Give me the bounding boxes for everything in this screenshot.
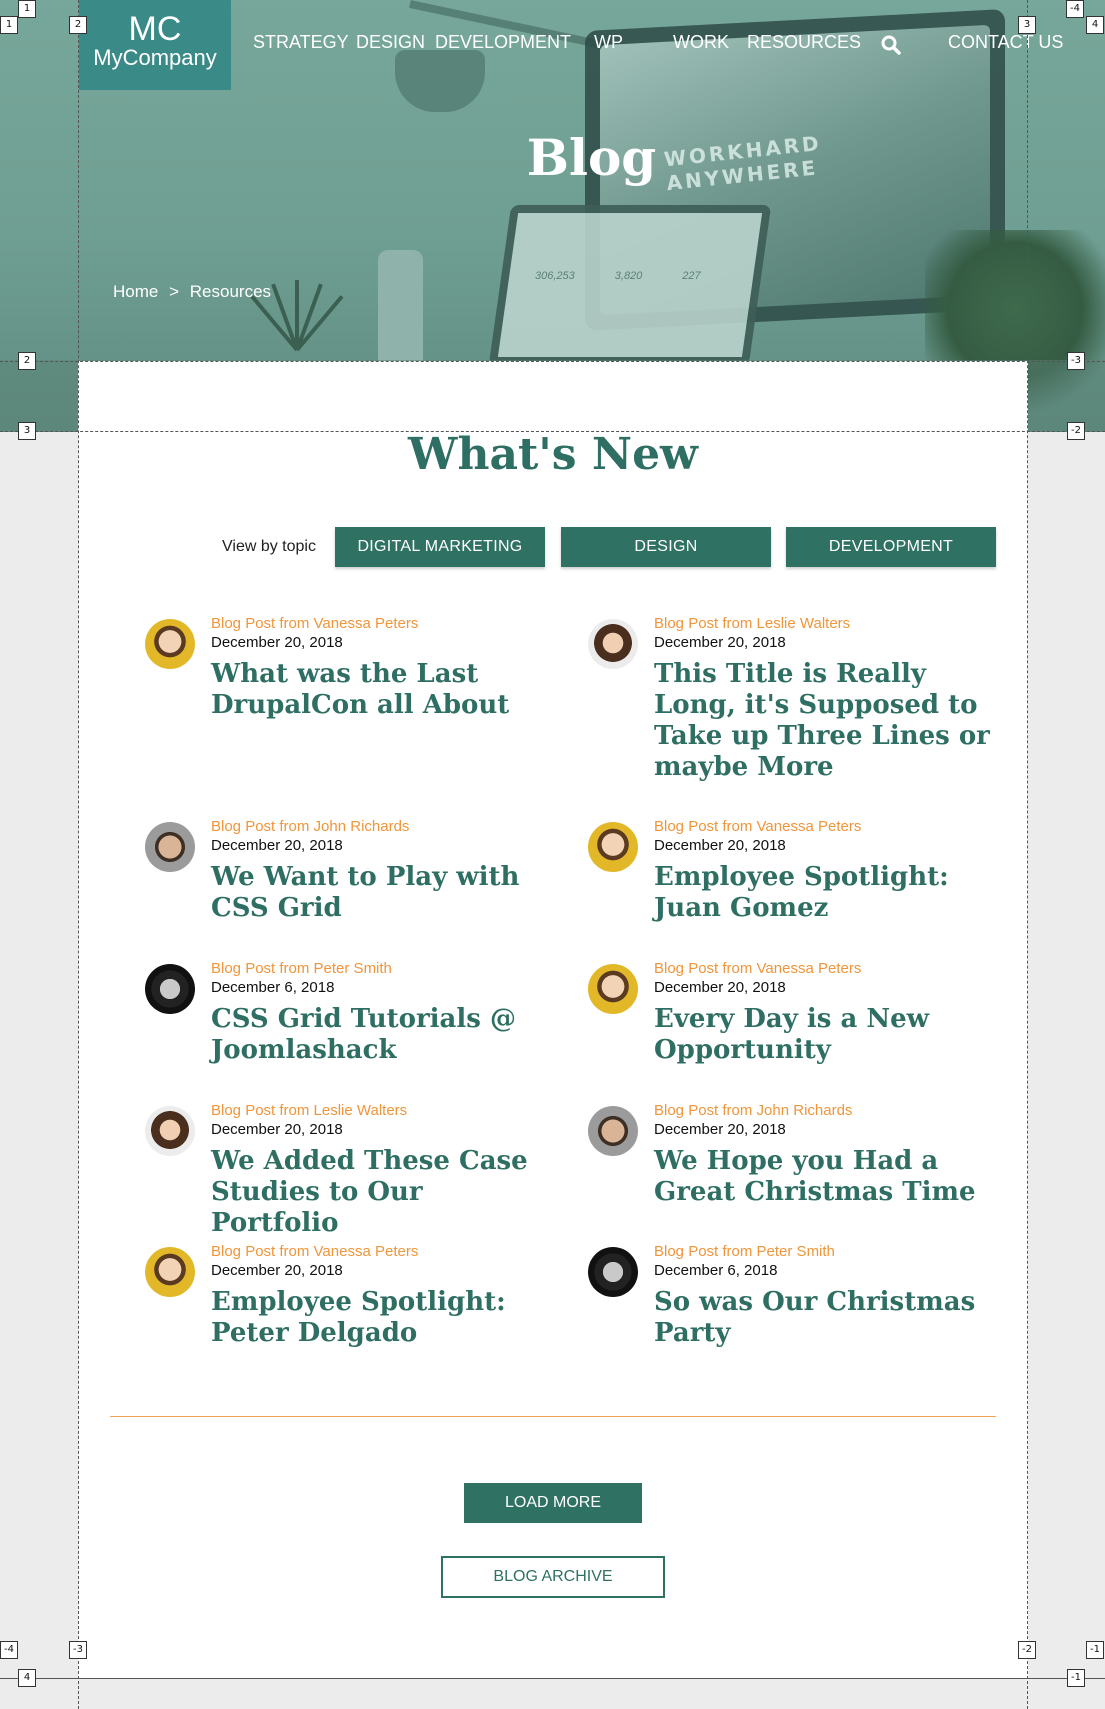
topic-design-button[interactable]: DESIGN xyxy=(561,527,771,567)
bottle xyxy=(378,250,423,370)
breadcrumb-home[interactable]: Home xyxy=(113,282,158,301)
laptop-stat: 306,253 xyxy=(535,270,575,282)
topic-digital-marketing-button[interactable]: DIGITAL MARKETING xyxy=(335,527,545,567)
topic-label: View by topic xyxy=(222,538,316,555)
post-date: December 20, 2018 xyxy=(211,1121,343,1138)
guide-marker: 1 xyxy=(18,0,36,18)
post-date: December 6, 2018 xyxy=(211,979,335,996)
post-author: Blog Post from Vanessa Peters xyxy=(654,818,862,835)
guide-marker: 4 xyxy=(18,1669,36,1687)
breadcrumb: Home > Resources xyxy=(113,282,277,302)
guide-marker: -1 xyxy=(1086,1641,1104,1659)
nav-contact-us[interactable]: CONTACT US xyxy=(948,32,1063,53)
nav-work[interactable]: WORK xyxy=(673,32,729,53)
nav-resources[interactable]: RESOURCES xyxy=(747,32,861,53)
post-date: December 20, 2018 xyxy=(654,979,786,996)
content-card: What's New View by topic DIGITAL MARKETI… xyxy=(78,361,1028,1679)
post-title[interactable]: This Title is Really Long, it's Supposed… xyxy=(654,659,994,783)
logo-company: MyCompany xyxy=(93,45,217,70)
post-author: Blog Post from Leslie Walters xyxy=(211,1102,408,1119)
guide-marker: 4 xyxy=(1086,16,1104,34)
guide-marker: -2 xyxy=(1018,1641,1036,1659)
nav-wp[interactable]: WP xyxy=(594,32,623,53)
post-title[interactable]: Employee Spotlight: Juan Gomez xyxy=(654,862,994,924)
blog-archive-button[interactable]: BLOG ARCHIVE xyxy=(441,1556,665,1598)
post-author: Blog Post from John Richards xyxy=(654,1102,853,1119)
post-title[interactable]: We Want to Play with CSS Grid xyxy=(211,862,551,924)
post-date: December 20, 2018 xyxy=(211,1262,343,1279)
author-avatar xyxy=(588,1247,638,1297)
author-avatar xyxy=(588,1106,638,1156)
nav-strategy[interactable]: STRATEGY xyxy=(253,32,349,53)
lamp xyxy=(395,50,485,112)
guide-marker: -1 xyxy=(1067,1669,1085,1687)
guide-marker: -4 xyxy=(1066,0,1084,18)
load-more-button[interactable]: LOAD MORE xyxy=(464,1483,642,1523)
post-title[interactable]: So was Our Christmas Party xyxy=(654,1287,994,1349)
guide-marker: 2 xyxy=(69,16,87,34)
post-date: December 20, 2018 xyxy=(654,634,786,651)
post-title[interactable]: CSS Grid Tutorials @ Joomlashack xyxy=(211,1004,551,1066)
author-avatar xyxy=(145,822,195,872)
nav-design[interactable]: DESIGN xyxy=(356,32,425,53)
laptop-stats: 306,253 3,820 227 xyxy=(535,270,701,282)
topic-development-button[interactable]: DEVELOPMENT xyxy=(786,527,996,567)
guide-marker: 3 xyxy=(18,422,36,440)
post-author: Blog Post from Vanessa Peters xyxy=(654,960,862,977)
logo-initials: MC xyxy=(128,10,182,48)
guide-marker: 1 xyxy=(0,16,18,34)
post-date: December 6, 2018 xyxy=(654,1262,778,1279)
post-title[interactable]: We Added These Case Studies to Our Portf… xyxy=(211,1146,551,1239)
divider xyxy=(110,1416,996,1417)
laptop-stat: 227 xyxy=(682,270,701,282)
post-author: Blog Post from Leslie Walters xyxy=(654,615,851,632)
guide-marker: -3 xyxy=(1067,352,1085,370)
guide-vertical xyxy=(78,0,79,1709)
post-title[interactable]: Every Day is a New Opportunity xyxy=(654,1004,994,1066)
author-avatar xyxy=(145,1247,195,1297)
guide-horizontal xyxy=(0,1678,1105,1679)
guide-horizontal xyxy=(0,361,1105,362)
breadcrumb-resources[interactable]: Resources xyxy=(190,282,271,301)
search-icon[interactable] xyxy=(881,35,901,55)
logo[interactable]: MC MyCompany xyxy=(79,0,231,90)
author-avatar xyxy=(588,822,638,872)
author-avatar xyxy=(588,619,638,669)
post-title[interactable]: What was the Last DrupalCon all About xyxy=(211,659,551,721)
author-avatar xyxy=(588,964,638,1014)
nav-development[interactable]: DEVELOPMENT xyxy=(435,32,571,53)
post-date: December 20, 2018 xyxy=(654,837,786,854)
guide-marker: -4 xyxy=(0,1641,18,1659)
post-author: Blog Post from Vanessa Peters xyxy=(211,1243,419,1260)
guide-marker: 3 xyxy=(1018,16,1036,34)
post-author: Blog Post from Peter Smith xyxy=(654,1243,835,1260)
guide-horizontal xyxy=(0,431,1105,432)
post-title[interactable]: Employee Spotlight: Peter Delgado xyxy=(211,1287,551,1349)
post-author: Blog Post from Vanessa Peters xyxy=(211,615,419,632)
breadcrumb-separator: > xyxy=(169,282,180,301)
page-title: Blog xyxy=(526,128,657,187)
post-date: December 20, 2018 xyxy=(211,837,343,854)
guide-marker: -2 xyxy=(1067,422,1085,440)
laptop xyxy=(488,205,772,365)
guide-vertical xyxy=(1027,0,1028,1709)
post-author: Blog Post from Peter Smith xyxy=(211,960,392,977)
post-date: December 20, 2018 xyxy=(654,1121,786,1138)
guide-marker: 2 xyxy=(18,352,36,370)
guide-marker: -3 xyxy=(69,1641,87,1659)
section-title: What's New xyxy=(408,429,698,480)
post-title[interactable]: We Hope you Had a Great Christmas Time xyxy=(654,1146,994,1208)
author-avatar xyxy=(145,619,195,669)
author-avatar xyxy=(145,964,195,1014)
author-avatar xyxy=(145,1106,195,1156)
laptop-stat: 3,820 xyxy=(614,270,643,282)
post-date: December 20, 2018 xyxy=(211,634,343,651)
post-author: Blog Post from John Richards xyxy=(211,818,410,835)
